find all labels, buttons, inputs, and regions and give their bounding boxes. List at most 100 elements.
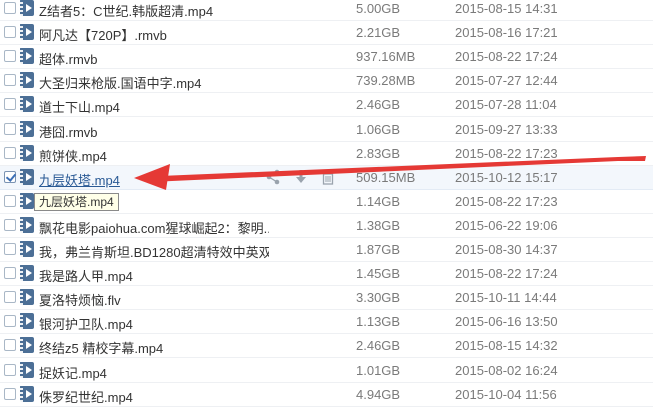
file-size: 1.06GB bbox=[356, 121, 401, 137]
file-row[interactable]: 港囧.rmvb 1.06GB 2015-09-27 13:33 bbox=[0, 118, 653, 142]
file-checkbox[interactable] bbox=[4, 363, 16, 376]
video-file-icon bbox=[20, 0, 34, 16]
file-name[interactable]: 终结z5 精校字幕.mp4 bbox=[39, 338, 269, 357]
file-row[interactable]: 捉妖记.mp4 1.01GB 2015-08-02 16:24 bbox=[0, 359, 653, 383]
file-size: 1.01GB bbox=[356, 362, 401, 378]
file-name[interactable]: Z结者5：C世纪.韩版超清.mp4 bbox=[39, 1, 269, 20]
file-date: 2015-08-16 17:21 bbox=[455, 25, 558, 41]
file-size: 1.87GB bbox=[356, 242, 401, 257]
file-row[interactable]: 阿凡达【720P】.rmvb 2.21GB 2015-08-16 17:21 bbox=[0, 21, 653, 46]
file-row[interactable]: 大圣归来枪版.国语中字.mp4 739.28MB 2015-07-27 12:44 bbox=[0, 69, 653, 94]
file-checkbox[interactable] bbox=[4, 2, 16, 14]
video-file-icon bbox=[20, 289, 34, 306]
video-file-icon bbox=[20, 313, 34, 330]
file-row[interactable]: 煎饼侠.mp4 2.83GB 2015-08-22 17:23 bbox=[0, 142, 653, 166]
file-date: 2015-10-12 15:17 bbox=[455, 169, 558, 185]
file-name[interactable]: 飘花电影paiohua.com猩球崛起2：黎明... bbox=[39, 218, 269, 237]
file-size: 1.14GB bbox=[356, 193, 401, 209]
file-date: 2015-08-15 14:32 bbox=[455, 338, 558, 354]
file-size: 2.83GB bbox=[356, 145, 401, 161]
file-name[interactable]: 煎饼侠.mp4 bbox=[39, 146, 269, 165]
file-size: 2.46GB bbox=[356, 338, 401, 354]
file-checkbox[interactable] bbox=[4, 98, 16, 111]
file-date: 2015-10-11 14:44 bbox=[455, 290, 557, 306]
file-date: 2015-08-02 16:24 bbox=[455, 362, 558, 378]
file-size: 1.13GB bbox=[356, 314, 401, 330]
file-name[interactable]: 我，弗兰肯斯坦.BD1280超清特效中英双... bbox=[39, 242, 269, 261]
file-checkbox[interactable] bbox=[4, 50, 16, 63]
file-checkbox[interactable] bbox=[4, 243, 16, 255]
file-checkbox[interactable] bbox=[4, 218, 16, 231]
file-row[interactable]: 我，弗兰肯斯坦.BD1280超清特效中英双... 1.87GB 2015-08-30… bbox=[0, 238, 653, 263]
file-name[interactable]: 九层妖塔.mp4 bbox=[39, 170, 269, 189]
file-checkbox[interactable] bbox=[4, 387, 16, 400]
file-date: 2015-10-04 11:56 bbox=[455, 386, 557, 402]
file-checkbox[interactable] bbox=[4, 26, 16, 39]
file-size: 739.28MB bbox=[356, 73, 416, 89]
file-name[interactable]: 夏洛特烦恼.flv bbox=[39, 290, 269, 309]
file-row[interactable]: 夏洛特烦恼.flv 3.30GB 2015-10-11 14:44 bbox=[0, 286, 653, 311]
file-checkbox[interactable] bbox=[4, 146, 16, 159]
file-name[interactable]: 道士下山.mp4 bbox=[39, 97, 269, 116]
file-row[interactable]: 终结z5 精校字幕.mp4 2.46GB 2015-08-15 14:32 bbox=[0, 334, 653, 359]
file-size: 937.16MB bbox=[356, 49, 416, 65]
file-size: 5.00GB bbox=[356, 1, 401, 16]
file-date: 2015-08-22 17:23 bbox=[455, 145, 558, 161]
file-size: 509.15MB bbox=[356, 169, 416, 185]
file-size: 1.38GB bbox=[356, 217, 401, 233]
file-checkbox[interactable] bbox=[4, 267, 16, 280]
file-row[interactable]: 飘花电影paiohua.com猩球崛起2：黎明... 1.38GB 2015-06-… bbox=[0, 214, 653, 238]
video-file-icon bbox=[20, 216, 34, 233]
file-name[interactable]: 侏罗纪世纪.mp4 bbox=[39, 387, 269, 406]
video-file-icon bbox=[20, 337, 34, 354]
file-date: 2015-09-27 13:33 bbox=[455, 121, 558, 137]
file-date: 2015-08-15 14:31 bbox=[455, 1, 558, 16]
file-checkbox[interactable] bbox=[4, 339, 16, 352]
video-file-icon bbox=[20, 265, 34, 282]
file-name[interactable]: 超体.rmvb bbox=[39, 49, 269, 68]
video-file-icon bbox=[20, 144, 34, 161]
trash-icon[interactable] bbox=[320, 169, 336, 187]
video-file-icon bbox=[20, 192, 34, 209]
file-name[interactable]: 我是路人甲.mp4 bbox=[39, 266, 269, 285]
file-date: 2015-08-22 17:24 bbox=[455, 266, 558, 282]
file-name[interactable]: 银河护卫队.mp4 bbox=[39, 314, 269, 333]
file-name[interactable]: 大圣归来枪版.国语中字.mp4 bbox=[39, 73, 269, 92]
file-date: 2015-07-27 12:44 bbox=[455, 73, 558, 89]
file-size: 1.45GB bbox=[356, 266, 401, 282]
file-row[interactable]: 道士下山.mp4 2.46GB 2015-07-28 11:04 bbox=[0, 93, 653, 118]
file-name[interactable]: 港囧.rmvb bbox=[39, 122, 269, 141]
checkmark-icon bbox=[5, 170, 17, 182]
file-row[interactable]: 九层妖塔.mp4 509.15MB 2015-10-12 15:17 bbox=[0, 165, 653, 190]
video-file-icon bbox=[20, 168, 34, 185]
file-size: 2.21GB bbox=[356, 25, 401, 41]
file-size: 2.46GB bbox=[356, 97, 401, 113]
file-checkbox[interactable] bbox=[4, 194, 16, 207]
file-row[interactable]: 银河护卫队.mp4 1.13GB 2015-06-16 13:50 bbox=[0, 310, 653, 335]
file-date: 2015-08-22 17:24 bbox=[455, 49, 558, 65]
file-checkbox[interactable] bbox=[4, 291, 16, 304]
file-row[interactable]: 侏罗纪世纪.mp4 4.94GB 2015-10-04 11:56 bbox=[0, 383, 653, 407]
file-date: 2015-07-28 11:04 bbox=[455, 97, 557, 113]
file-name[interactable]: 捉妖记.mp4 bbox=[39, 363, 269, 382]
video-file-icon bbox=[20, 24, 34, 41]
file-date: 2015-06-16 13:50 bbox=[455, 314, 558, 330]
file-checkbox[interactable] bbox=[4, 315, 16, 328]
video-file-icon bbox=[20, 361, 34, 378]
file-name[interactable]: 阿凡达【720P】.rmvb bbox=[39, 25, 269, 44]
file-row[interactable]: 我是路人甲.mp4 1.45GB 2015-08-22 17:24 bbox=[0, 262, 653, 287]
video-file-icon bbox=[20, 385, 34, 402]
share-icon[interactable] bbox=[265, 169, 281, 187]
video-file-icon bbox=[20, 241, 34, 257]
file-checkbox[interactable] bbox=[4, 74, 16, 87]
file-row[interactable]: Z结者5：C世纪.韩版超清.mp4 5.00GB 2015-08-15 14:31 bbox=[0, 0, 653, 22]
file-row[interactable]: 超体.rmvb 937.16MB 2015-08-22 17:24 bbox=[0, 45, 653, 70]
download-icon[interactable] bbox=[293, 169, 309, 187]
file-size: 4.94GB bbox=[356, 386, 401, 402]
video-file-icon bbox=[20, 48, 34, 65]
file-date: 2015-06-22 19:06 bbox=[455, 217, 558, 233]
file-checkbox[interactable] bbox=[4, 170, 17, 183]
filename-tooltip: 九层妖塔.mp4 bbox=[34, 193, 119, 211]
video-file-icon bbox=[20, 96, 34, 113]
file-checkbox[interactable] bbox=[4, 122, 16, 135]
